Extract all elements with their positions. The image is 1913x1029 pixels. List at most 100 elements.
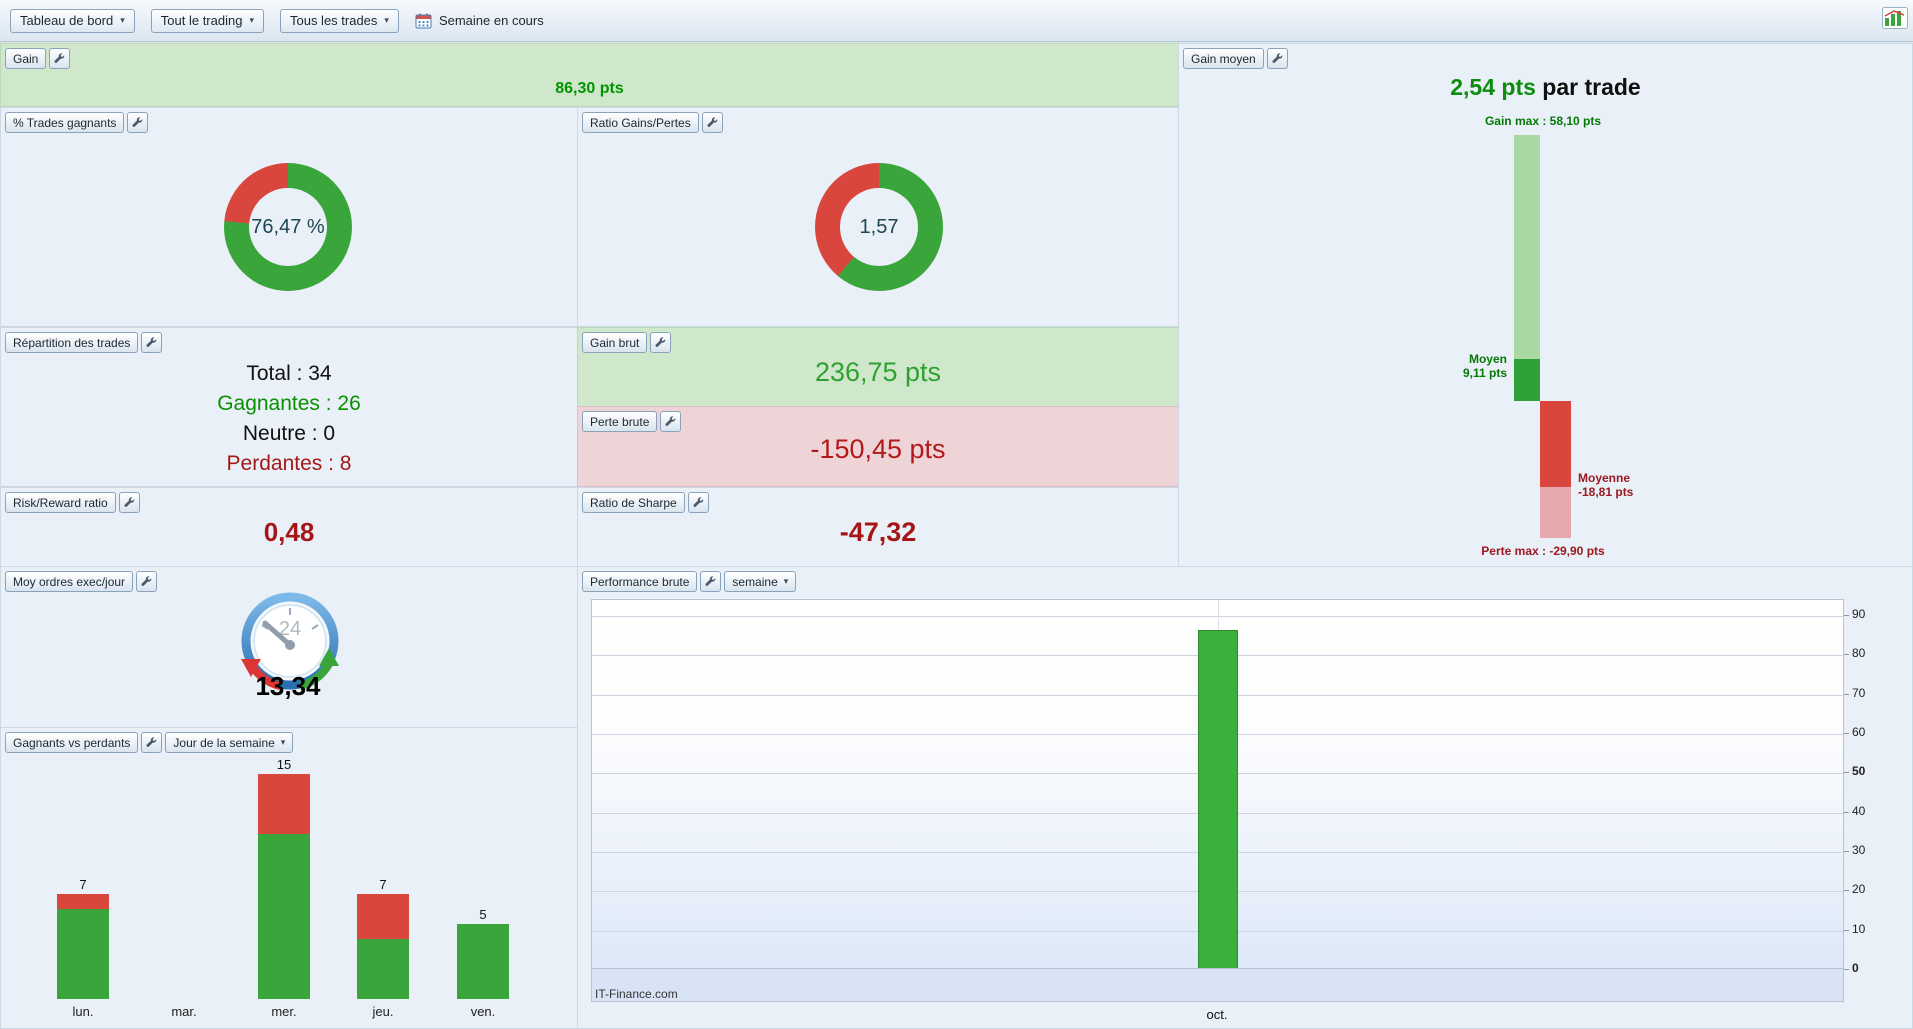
moy-ordres-value: 13,34 [255, 671, 321, 701]
perte-brute-value: -150,45 pts [810, 434, 946, 464]
settings-wrench-button[interactable] [127, 112, 149, 133]
gain-moyen-panel: Gain moyen 2,54 pts par trade Gain max :… [1178, 43, 1913, 567]
chart-logo-icon[interactable] [1882, 7, 1908, 32]
weekday-bar-losers [258, 774, 310, 834]
losing-trades: Perdantes : 8 [226, 452, 352, 475]
settings-wrench-button[interactable] [141, 332, 163, 353]
gm-moyen-label: Moyen 9,11 pts [1359, 352, 1507, 380]
settings-wrench-button[interactable] [136, 571, 158, 592]
pct-winning-value: 76,47 % [251, 215, 325, 238]
sharpe-title: Ratio de Sharpe [590, 495, 677, 510]
week-period-selector[interactable]: Semaine en cours [415, 13, 544, 29]
y-axis-tick [1844, 811, 1849, 813]
gm-moyen-value: 9,11 pts [1462, 366, 1507, 381]
moy-ordres-title-chip: Moy ordres exec/jour [5, 571, 134, 592]
chevron-down-icon: ▾ [249, 15, 254, 25]
gm-perte-max-label: Perte max : -29,90 pts [1481, 544, 1605, 558]
winning-trades: Gagnantes : 26 [217, 392, 361, 415]
y-axis-label: 30 [1852, 842, 1866, 857]
wrench-icon [132, 117, 143, 127]
settings-wrench-button[interactable] [49, 48, 71, 69]
performance-period-dropdown[interactable]: semaine ▾ [724, 571, 797, 592]
y-axis-label: 70 [1852, 685, 1866, 700]
trades-filter-dropdown[interactable]: Tous les trades ▾ [279, 8, 399, 33]
weekday-bar-losers [57, 894, 109, 909]
weekday-grouping-dropdown[interactable]: Jour de la semaine ▾ [165, 732, 294, 753]
wrench-icon [124, 497, 135, 507]
risk-reward-title-chip: Risk/Reward ratio [5, 492, 116, 513]
dashboard-dropdown[interactable]: Tableau de bord ▾ [10, 8, 135, 33]
wrench-icon [146, 337, 157, 347]
y-axis-label: 10 [1852, 921, 1866, 936]
y-axis-tick [1844, 969, 1849, 970]
risk-reward-value: 0,48 [263, 516, 315, 547]
weekday-bar-winners [457, 924, 509, 999]
trading-scope-dropdown-label: Tout le trading [160, 13, 243, 28]
y-axis-tick [1844, 929, 1849, 931]
y-axis-tick [1844, 772, 1849, 774]
settings-wrench-button[interactable] [118, 492, 140, 513]
ratio-donut-hole: 1,57 [840, 188, 918, 266]
settings-wrench-button[interactable] [650, 332, 672, 353]
y-axis-label: 20 [1852, 882, 1866, 897]
weekday-bar-losers [357, 894, 409, 939]
y-axis-label: 40 [1852, 803, 1866, 818]
weekday-chart: 7 lun. mar. 15 mer. 7 jeu. 5 ven. [1, 728, 577, 1028]
dashboard-dropdown-label: Tableau de bord [20, 13, 114, 28]
gain-value: 86,30 pts [555, 80, 624, 97]
repartition-panel: Répartition des trades Total : 34 Gagnan… [0, 327, 578, 487]
gain-moyen-title-chip: Gain moyen [1183, 48, 1264, 69]
weekday-bar-winners [57, 909, 109, 999]
pct-winning-panel: % Trades gagnants 76,47 % [0, 107, 578, 327]
gain-moyen-headline: 2,54 pts par trade [1179, 74, 1912, 101]
settings-wrench-button[interactable] [141, 732, 163, 753]
wrench-icon [141, 576, 152, 586]
repartition-title: Répartition des trades [13, 335, 131, 350]
y-axis-label: 90 [1852, 606, 1866, 621]
chevron-down-icon: ▾ [783, 576, 789, 586]
gm-moyenne-label: Moyenne -18,81 pts [1578, 471, 1738, 499]
gain-moyen-title: Gain moyen [1191, 51, 1256, 66]
performance-title: Performance brute [590, 574, 690, 589]
trading-scope-dropdown[interactable]: Tout le trading ▾ [150, 8, 264, 33]
moy-ordres-panel: Moy ordres exec/jour 24 13,34 [0, 566, 578, 728]
weekday-bar-total: 5 [479, 907, 487, 922]
performance-bar [1198, 630, 1238, 968]
weekday-axis-label: mar. [171, 1004, 197, 1019]
perte-brute-title: Perte brute [590, 414, 650, 429]
gm-bar-dark-green [1514, 359, 1540, 402]
performance-period-label: semaine [732, 574, 778, 589]
gm-moyenne-caption: Moyenne [1578, 471, 1631, 486]
gain-brut-title-chip: Gain brut [582, 332, 648, 353]
gain-brut-title: Gain brut [590, 335, 640, 350]
weekday-bar-total: 15 [276, 757, 292, 772]
ratio-gains-pertes-panel: Ratio Gains/Pertes 1,57 [577, 107, 1179, 327]
y-axis-tick [1844, 614, 1849, 616]
ratio-donut: 1,57 [815, 163, 943, 291]
gm-bar-light-green [1514, 135, 1540, 360]
settings-wrench-button[interactable] [700, 571, 722, 592]
trading-dashboard: Tableau de bord ▾ Tout le trading ▾ Tous… [0, 0, 1913, 1029]
wrench-icon [665, 416, 676, 426]
gagnants-perdants-title: Gagnants vs perdants [13, 735, 131, 750]
gm-bar-red [1540, 401, 1571, 488]
weekday-bar-winners [357, 939, 409, 999]
pct-winning-title-chip: % Trades gagnants [5, 112, 125, 133]
gm-bar-light-red [1540, 487, 1571, 538]
y-axis-tick [1844, 850, 1849, 852]
repartition-title-chip: Répartition des trades [5, 332, 139, 353]
settings-wrench-button[interactable] [660, 411, 682, 432]
settings-wrench-button[interactable] [1266, 48, 1288, 69]
perf-below-zero-band [591, 969, 1844, 1002]
wrench-icon [707, 117, 718, 127]
week-period-label: Semaine en cours [438, 13, 544, 28]
settings-wrench-button[interactable] [701, 112, 723, 133]
ratio-title-chip: Ratio Gains/Pertes [582, 112, 699, 133]
risk-reward-title: Risk/Reward ratio [13, 495, 108, 510]
pct-winning-title: % Trades gagnants [13, 115, 117, 130]
weekday-bar-total: 7 [79, 877, 87, 892]
chevron-down-icon: ▾ [384, 15, 389, 25]
weekday-axis-label: ven. [470, 1004, 496, 1019]
gain-moyen-headline-value: 2,54 pts [1450, 74, 1536, 100]
settings-wrench-button[interactable] [687, 492, 709, 513]
